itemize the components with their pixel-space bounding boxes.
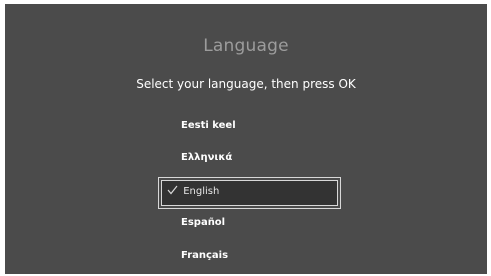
language-option-label: Español — [181, 217, 226, 228]
language-option-greek[interactable]: Ελληνικά — [160, 146, 340, 170]
language-option-label: Ελληνικά — [181, 152, 233, 163]
language-option-label: Eesti keel — [181, 120, 236, 131]
language-option-english-selected[interactable]: English — [158, 177, 341, 209]
check-icon — [167, 185, 178, 195]
language-settings-screen: Language Select your language, then pres… — [5, 4, 487, 274]
language-option-label: Français — [181, 250, 229, 261]
language-list: Eesti keel Ελληνικά English Español Fran… — [5, 4, 487, 274]
language-option-espanol[interactable]: Español — [160, 211, 340, 235]
language-option-eesti-keel[interactable]: Eesti keel — [160, 114, 340, 138]
language-option-label: English — [183, 186, 220, 197]
language-option-francais[interactable]: Français — [160, 244, 340, 268]
